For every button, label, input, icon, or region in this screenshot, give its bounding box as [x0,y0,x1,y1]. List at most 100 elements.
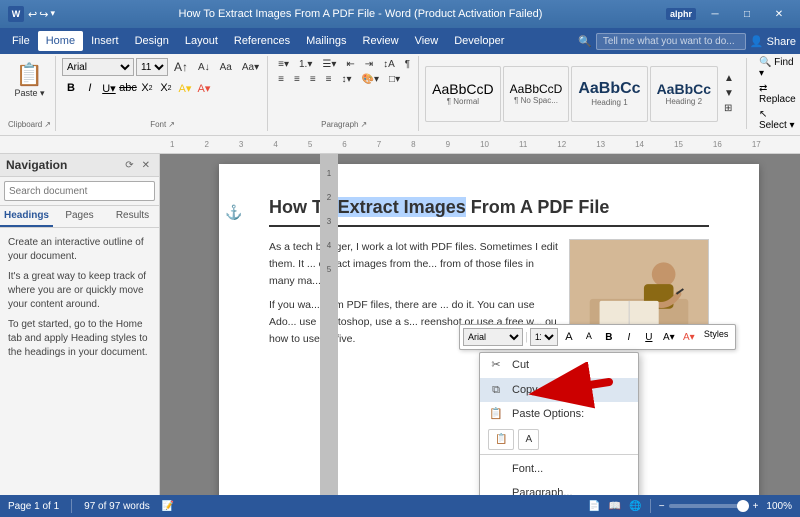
menu-home[interactable]: Home [38,31,83,51]
ribbon: 📋 Paste ▾ Clipboard ↗ Arial 11 A↑ A↓ Aa … [0,54,800,136]
font-family-select[interactable]: Arial [62,58,134,76]
ruler-content: 1 2 3 4 5 6 7 8 9 10 11 12 13 14 15 16 1… [170,140,800,149]
mini-grow-btn[interactable]: A [560,328,578,346]
menu-layout[interactable]: Layout [177,31,226,51]
view-reading-btn[interactable]: 📖 [609,501,621,512]
font-size-select[interactable]: 11 [136,58,168,76]
status-right: 📄 📖 🌐 − + 100% [588,499,792,513]
clipboard-label: Clipboard [8,120,42,129]
increase-indent-btn[interactable]: ⇥ [361,58,377,71]
nav-tab-headings[interactable]: Headings [0,206,53,227]
justify-btn[interactable]: ≡ [322,73,336,86]
zoom-level[interactable]: 100% [766,501,792,512]
share-btn[interactable]: 👤 Share [750,35,796,48]
nav-tab-pages[interactable]: Pages [53,206,106,227]
line-spacing-btn[interactable]: ↕▾ [338,73,356,86]
styles-group: AaBbCcD ¶ Normal AaBbCcD ¶ No Spac... Aa… [421,56,800,131]
proofing-icon: 📝 [162,501,174,512]
styles-scroll-down[interactable]: ▼ [720,87,738,100]
zoom-in-btn[interactable]: + [753,501,759,512]
styles-more-btn[interactable]: ⊞ [720,102,738,115]
menu-review[interactable]: Review [355,31,407,51]
menu-developer[interactable]: Developer [446,31,512,51]
undo-redo-controls[interactable]: ↩ ↪ ▾ [28,8,55,21]
show-para-btn[interactable]: ¶ [401,58,414,71]
numbering-btn[interactable]: 1.▾ [295,58,316,71]
ctx-paste-icons: 📋 A [480,427,638,452]
nav-content: Create an interactive outline of your do… [0,228,159,368]
redo-btn[interactable]: ↪ [39,8,48,21]
ctx-paragraph[interactable]: Paragraph... [480,481,638,495]
mini-underline-btn[interactable]: U [640,328,658,346]
zoom-out-btn[interactable]: − [659,501,665,512]
menu-references[interactable]: References [226,31,298,51]
mini-italic-btn[interactable]: I [620,328,638,346]
decrease-indent-btn[interactable]: ⇤ [342,58,358,71]
paste-icon: 📋 [488,406,504,423]
paragraph-label: Paragraph [321,120,358,129]
minimize-btn[interactable]: ─ [702,5,728,23]
align-left-btn[interactable]: ≡ [274,73,288,86]
sort-btn[interactable]: ↕A [379,58,399,71]
shading-btn[interactable]: 🎨▾ [358,73,383,86]
mini-size-select[interactable]: 11 [530,328,558,346]
menu-view[interactable]: View [407,31,447,51]
style-heading1[interactable]: AaBbCc Heading 1 [571,66,647,122]
align-right-btn[interactable]: ≡ [306,73,320,86]
subscript-btn[interactable]: X2 [138,79,156,97]
paste-option-2[interactable]: A [518,429,539,450]
strikethrough-btn[interactable]: abc [119,79,137,97]
paste-option-1[interactable]: 📋 [488,429,514,450]
style-heading2[interactable]: AaBbCc Heading 2 [650,66,718,122]
menu-design[interactable]: Design [127,31,177,51]
style-normal[interactable]: AaBbCcD ¶ Normal [425,66,500,122]
style-nospacing[interactable]: AaBbCcD ¶ No Spac... [503,66,570,122]
multilevel-btn[interactable]: ☰▾ [318,58,340,71]
zoom-slider[interactable] [669,504,749,508]
menu-insert[interactable]: Insert [83,31,127,51]
select-btn[interactable]: ↖ Select ▾ [755,108,800,132]
font-color-btn[interactable]: A▾ [195,79,213,97]
italic-btn[interactable]: I [81,79,99,97]
shrink-font-btn[interactable]: A↓ [194,61,214,74]
mini-highlight-color-btn[interactable]: A▾ [660,328,678,346]
replace-btn[interactable]: ⇄ Replace [755,82,800,106]
mini-font-color-btn[interactable]: A▾ [680,328,698,346]
copy-icon: ⧉ [488,382,504,399]
doc-area[interactable]: 12345 ⚓ Arial | 11 A A B I U A▾ A▾ [160,154,800,495]
menu-search-input[interactable] [596,33,746,50]
view-web-btn[interactable]: 🌐 [629,501,641,512]
nav-tabs: Headings Pages Results [0,206,159,228]
zoom-control[interactable]: − + [659,501,759,512]
bullets-btn[interactable]: ≡▾ [274,58,293,71]
clipboard-group: 📋 Paste ▾ Clipboard ↗ [4,56,56,131]
grow-font-btn[interactable]: A↑ [170,59,192,75]
nav-close-btn[interactable]: ✕ [139,159,153,172]
bold-btn[interactable]: B [62,79,80,97]
highlight-btn[interactable]: A▾ [176,79,194,97]
borders-btn[interactable]: □▾ [385,73,404,86]
nav-tab-results[interactable]: Results [106,206,159,227]
mini-font-select[interactable]: Arial [463,328,523,346]
superscript-btn[interactable]: X2 [157,79,175,97]
menu-mailings[interactable]: Mailings [298,31,354,51]
mini-bold-btn[interactable]: B [600,328,618,346]
align-center-btn[interactable]: ≡ [290,73,304,86]
mini-shrink-btn[interactable]: A [580,328,598,346]
paste-btn[interactable]: 📋 Paste ▾ [8,58,50,103]
close-btn[interactable]: ✕ [766,5,792,23]
change-case-btn[interactable]: Aa▾ [238,61,263,74]
nav-search-btn[interactable]: ⟳ [122,159,136,172]
underline-btn[interactable]: U▾ [100,79,118,97]
undo-btn[interactable]: ↩ [28,8,37,21]
find-btn[interactable]: 🔍 Find ▾ [755,56,800,80]
menu-file[interactable]: File [4,31,38,51]
mini-styles-btn[interactable]: Styles [700,328,733,346]
view-print-btn[interactable]: 📄 [588,501,600,512]
nav-search-input[interactable] [4,181,155,201]
styles-scroll-up[interactable]: ▲ [720,72,738,85]
document-title: How To Extract Images From A PDF File - … [55,8,666,20]
ctx-font[interactable]: Font... [480,457,638,482]
clear-format-btn[interactable]: Aa [216,61,236,74]
maximize-btn[interactable]: □ [734,5,760,23]
